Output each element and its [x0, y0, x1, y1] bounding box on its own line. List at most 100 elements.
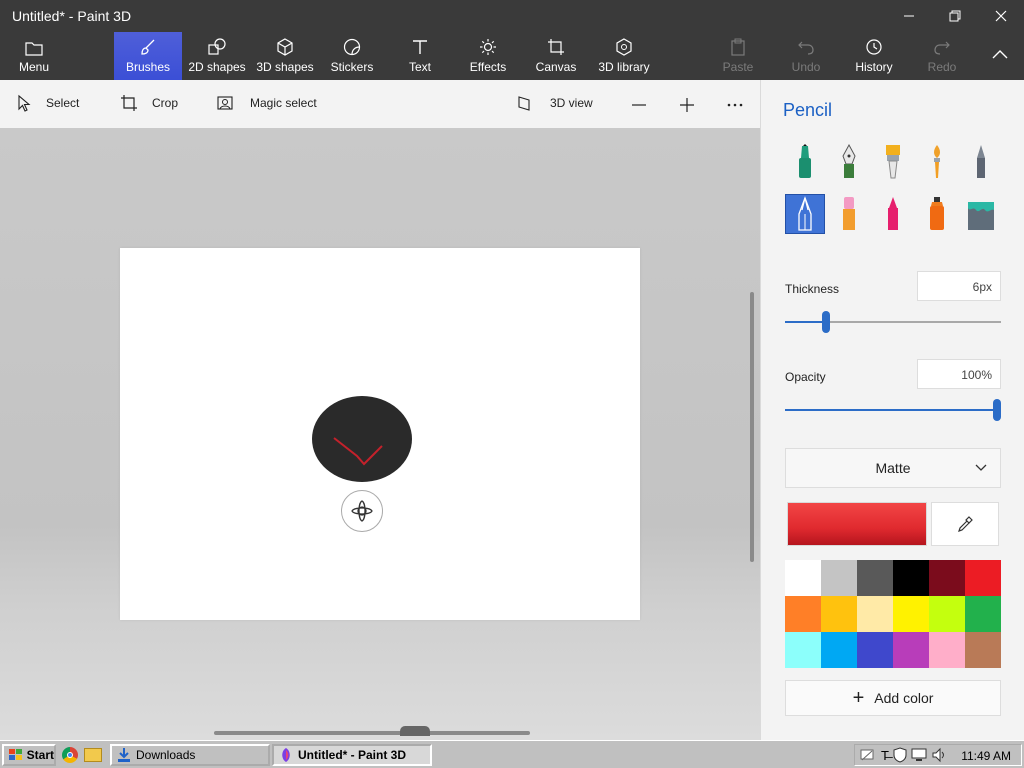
thickness-input[interactable]: 6px: [917, 271, 1001, 301]
color-swatch[interactable]: [893, 632, 929, 668]
color-swatch[interactable]: [785, 596, 821, 632]
thickness-slider-thumb[interactable]: [822, 311, 830, 333]
tab-text[interactable]: Text: [392, 32, 448, 80]
close-icon: [995, 10, 1007, 22]
restore-button[interactable]: [932, 0, 978, 32]
close-button[interactable]: [978, 0, 1024, 32]
finish-dropdown[interactable]: Matte: [785, 448, 1001, 488]
3d-ellipse-object[interactable]: [312, 396, 412, 482]
undo-button[interactable]: Undo: [782, 32, 830, 80]
spray-can-icon: [930, 197, 944, 230]
tab-stickers[interactable]: Stickers: [322, 32, 382, 80]
brush-icon: [141, 39, 155, 55]
panel-title: Pencil: [783, 100, 833, 120]
scroll-knob[interactable]: [400, 726, 430, 736]
tab-brushes-label: Brushes: [125, 60, 171, 74]
color-swatch[interactable]: [785, 632, 821, 668]
taskbar-paint3d[interactable]: Untitled* - Paint 3D: [272, 744, 432, 766]
spray-can-brush[interactable]: [917, 194, 957, 234]
ime-icon[interactable]: T̶: [881, 748, 889, 763]
zoom-in-button[interactable]: [678, 96, 710, 114]
add-color-label: Add color: [874, 690, 934, 706]
color-swatch[interactable]: [785, 560, 821, 596]
thickness-slider-fill: [785, 321, 826, 323]
network-icon[interactable]: [859, 747, 875, 763]
chrome-quicklaunch-icon[interactable]: [62, 747, 78, 763]
color-swatch[interactable]: [965, 632, 1001, 668]
drawing-canvas[interactable]: [120, 248, 640, 620]
3d-view-icon: [518, 96, 530, 111]
oil-brush[interactable]: [873, 142, 913, 182]
crayon-brush[interactable]: [873, 194, 913, 234]
shield-icon[interactable]: [893, 747, 907, 763]
fill-brush[interactable]: [961, 194, 1001, 234]
tab-brushes[interactable]: Brushes: [114, 32, 182, 80]
system-tray: T̶ 11:49 AM: [854, 744, 1022, 766]
more-options-button[interactable]: [726, 96, 758, 114]
opacity-slider-thumb[interactable]: [993, 399, 1001, 421]
menu-button[interactable]: Menu: [0, 32, 68, 80]
color-swatch[interactable]: [857, 560, 893, 596]
redo-button[interactable]: Redo: [918, 32, 966, 80]
volume-icon[interactable]: [931, 747, 947, 763]
pixel-pen-brush[interactable]: [961, 142, 1001, 182]
paste-button[interactable]: Paste: [714, 32, 762, 80]
add-color-button[interactable]: + Add color: [785, 680, 1001, 716]
color-swatch[interactable]: [857, 632, 893, 668]
tab-3d-shapes[interactable]: 3D shapes: [252, 32, 318, 80]
color-swatch[interactable]: [821, 596, 857, 632]
3d-library-icon: [616, 38, 632, 56]
paint3d-icon: [282, 748, 290, 762]
magic-select-icon: [217, 96, 233, 110]
3d-view-button[interactable]: 3D view: [516, 94, 593, 112]
chevron-up-icon: [992, 50, 1008, 59]
color-swatch[interactable]: [929, 632, 965, 668]
color-swatch[interactable]: [965, 560, 1001, 596]
color-swatch[interactable]: [893, 560, 929, 596]
color-swatch[interactable]: [857, 596, 893, 632]
start-button[interactable]: Start: [2, 744, 56, 766]
current-color-swatch[interactable]: [787, 502, 927, 546]
zoom-out-button[interactable]: [630, 96, 662, 114]
calligraphy-pen-brush[interactable]: [829, 142, 869, 182]
undo-label: Undo: [791, 60, 821, 74]
crop-button[interactable]: Crop: [120, 94, 178, 112]
text-icon: [413, 40, 427, 54]
canvas-icon: [548, 39, 564, 55]
taskbar-downloads[interactable]: Downloads: [110, 744, 270, 766]
color-swatch[interactable]: [821, 632, 857, 668]
horizontal-scrollbar[interactable]: [214, 731, 530, 735]
color-swatch[interactable]: [965, 596, 1001, 632]
eyedropper-button[interactable]: [931, 502, 999, 546]
tab-2d-shapes[interactable]: 2D shapes: [184, 32, 250, 80]
tab-effects[interactable]: Effects: [458, 32, 518, 80]
tab-canvas[interactable]: Canvas: [526, 32, 586, 80]
minimize-icon: [904, 15, 914, 17]
menu-label: Menu: [18, 60, 50, 74]
vertical-scrollbar[interactable]: [750, 292, 754, 562]
tab-3d-library[interactable]: 3D library: [594, 32, 654, 80]
color-swatch[interactable]: [929, 596, 965, 632]
tab-2d-shapes-label: 2D shapes: [188, 60, 246, 74]
canvas-workspace[interactable]: [0, 128, 760, 740]
magic-select-button[interactable]: Magic select: [216, 94, 317, 112]
select-button[interactable]: Select: [16, 94, 79, 112]
opacity-input[interactable]: 100%: [917, 359, 1001, 389]
rotate-handle[interactable]: [341, 490, 383, 532]
collapse-ribbon-button[interactable]: [980, 32, 1020, 80]
monitor-icon[interactable]: [911, 747, 927, 763]
watercolor-icon: [934, 145, 940, 178]
watercolor-brush[interactable]: [917, 142, 957, 182]
color-swatch[interactable]: [893, 596, 929, 632]
windows-logo-icon: [9, 749, 22, 760]
history-button[interactable]: History: [848, 32, 900, 80]
minimize-button[interactable]: [886, 0, 932, 32]
eraser-brush[interactable]: [829, 194, 869, 234]
folder-quicklaunch-icon[interactable]: [84, 748, 102, 762]
marker-brush[interactable]: [785, 142, 825, 182]
window-title: Untitled* - Paint 3D: [12, 8, 132, 24]
color-swatch[interactable]: [929, 560, 965, 596]
color-swatch[interactable]: [821, 560, 857, 596]
pencil-brush[interactable]: [785, 194, 825, 234]
rotate-icon: [351, 500, 373, 522]
